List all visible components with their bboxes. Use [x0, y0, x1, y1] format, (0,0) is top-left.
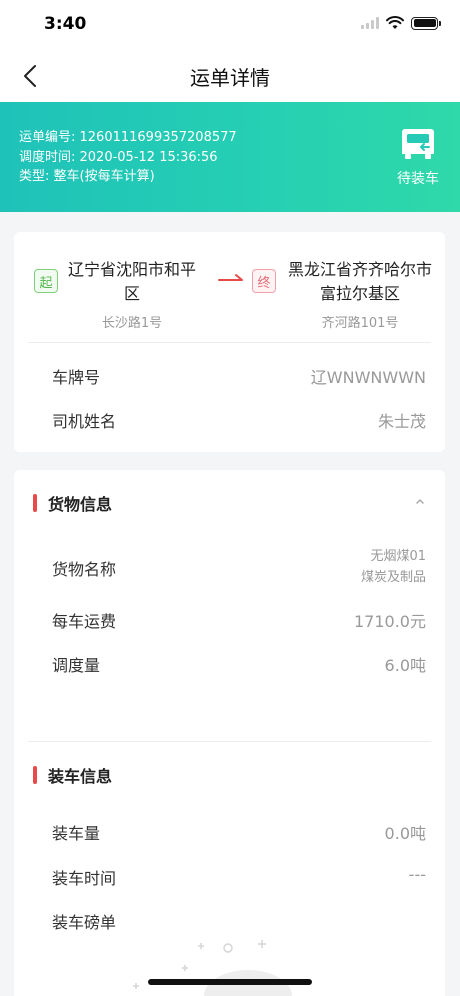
status-bar: 3:40 — [0, 0, 460, 50]
end-tag: 终 — [252, 269, 276, 293]
loading-qty-row: 装车量 0.0吨 — [52, 820, 426, 844]
loading-time-row: 装车时间 --- — [52, 865, 426, 889]
driver-label: 司机姓名 — [52, 412, 117, 431]
chevron-up-icon[interactable] — [413, 494, 427, 508]
dispatch-value: 6.0吨 — [384, 656, 426, 675]
freight-row: 每车运费 1710.0元 — [52, 608, 426, 632]
home-indicator — [148, 979, 312, 985]
waybill-summary: 运单编号: 1260111699357208577 调度时间: 2020-05-… — [19, 128, 237, 187]
loading-qty-label: 装车量 — [52, 824, 101, 843]
plate-value: 辽WNWNWWN — [310, 368, 426, 387]
start-tag: 起 — [34, 269, 58, 293]
route-card: 起 辽宁省沈阳市和平区 长沙路1号 终 黑龙江省齐齐哈尔市富拉尔基区 齐河路10… — [14, 232, 445, 452]
goods-name-row: 货物名称 无烟煤01 煤炭及制品 — [52, 549, 426, 585]
page-title: 运单详情 — [190, 66, 270, 90]
loading-section-header: 装车信息 — [14, 760, 445, 790]
battery-icon — [411, 16, 441, 30]
goods-category-value: 煤炭及制品 — [360, 570, 426, 585]
freight-label: 每车运费 — [52, 612, 117, 631]
plate-row: 车牌号 辽WNWNWWN — [52, 364, 426, 388]
goods-section-title: 货物信息 — [48, 495, 113, 514]
loading-section-title: 装车信息 — [48, 767, 113, 786]
status-label: 待装车 — [397, 171, 439, 187]
start-street: 长沙路1号 — [101, 316, 163, 331]
dispatch-row: 调度量 6.0吨 — [52, 652, 426, 676]
section-accent-bar — [33, 494, 37, 512]
end-street: 齐河路101号 — [321, 316, 399, 331]
end-city: 黑龙江省齐齐哈尔市富拉尔基区 — [287, 260, 432, 303]
goods-name-label: 货物名称 — [52, 560, 117, 579]
loading-time-label: 装车时间 — [52, 869, 117, 888]
waybill-type: 类型: 整车(按每车计算) — [19, 169, 155, 184]
waybill-number: 运单编号: 1260111699357208577 — [19, 130, 237, 145]
start-city: 辽宁省沈阳市和平区 — [68, 260, 197, 303]
empty-state-illustration — [133, 940, 292, 996]
loading-qty-value: 0.0吨 — [384, 824, 426, 843]
route-row: 起 辽宁省沈阳市和平区 长沙路1号 终 黑龙江省齐齐哈尔市富拉尔基区 齐河路10… — [14, 256, 445, 331]
wifi-icon — [386, 16, 404, 29]
section-accent-bar — [33, 766, 37, 784]
waybill-banner: 运单编号: 1260111699357208577 调度时间: 2020-05-… — [0, 102, 460, 212]
route-arrow-icon — [218, 274, 243, 281]
divider — [28, 741, 431, 742]
signal-icon — [361, 17, 379, 29]
driver-value: 朱士茂 — [377, 412, 426, 431]
nav-bar: 运单详情 — [0, 50, 460, 102]
loading-time-value: --- — [408, 865, 426, 884]
goods-name-values: 无烟煤01 煤炭及制品 — [361, 546, 426, 588]
driver-row: 司机姓名 朱士茂 — [52, 408, 426, 432]
goods-section-header[interactable]: 货物信息 — [14, 488, 445, 518]
status-time: 3:40 — [44, 14, 87, 34]
divider — [28, 342, 431, 343]
plate-label: 车牌号 — [52, 368, 101, 387]
dispatch-label: 调度量 — [52, 656, 101, 675]
details-card: 货物信息 货物名称 无烟煤01 煤炭及制品 每车运费 1710.0元 调度量 6… — [14, 470, 445, 996]
waybill-status: 待装车 — [394, 126, 442, 188]
freight-value: 1710.0元 — [354, 612, 426, 631]
goods-name-value: 无烟煤01 — [370, 549, 426, 564]
truck-loading-icon — [402, 129, 434, 159]
dispatch-time: 调度时间: 2020-05-12 15:36:56 — [19, 149, 218, 165]
loading-slip-label: 装车磅单 — [52, 913, 117, 932]
status-icons — [361, 16, 441, 30]
